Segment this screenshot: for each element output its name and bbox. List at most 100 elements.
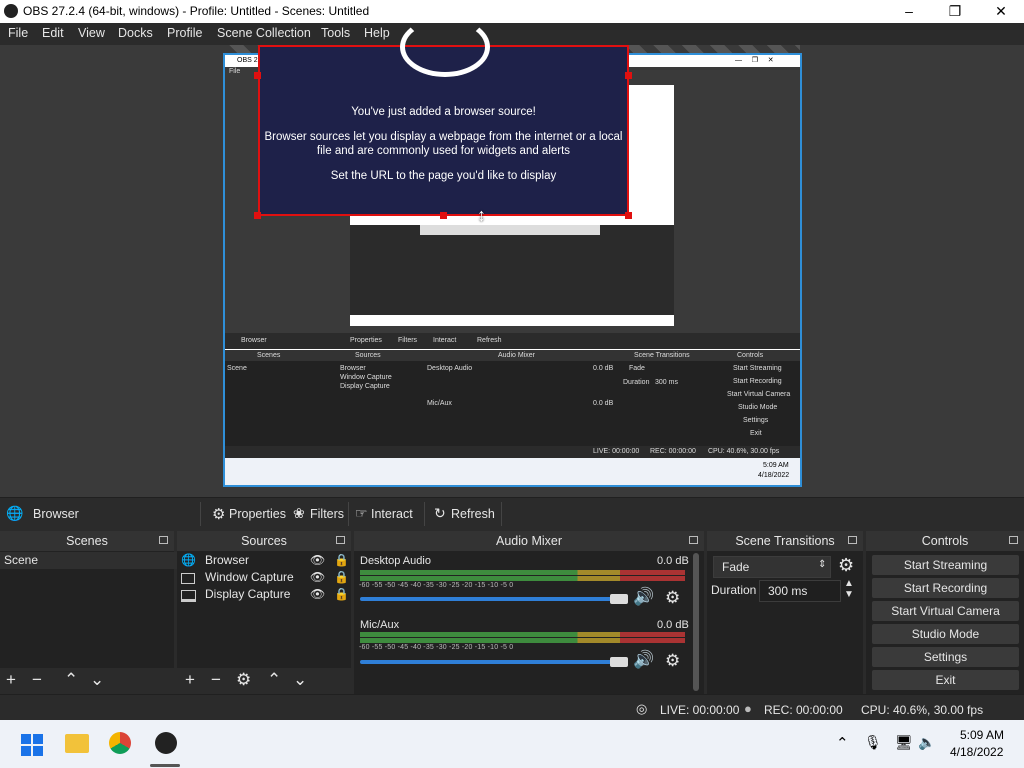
windows-start-icon[interactable]	[21, 734, 43, 756]
volume-slider-handle[interactable]	[610, 594, 628, 604]
exit-button[interactable]: Exit	[872, 670, 1019, 690]
speaker-icon[interactable]: 🔈	[918, 734, 935, 751]
resize-handle-bottom-right[interactable]	[625, 212, 632, 219]
duration-label: Duration	[711, 583, 757, 597]
resize-handle-bottom-left[interactable]	[254, 212, 261, 219]
chrome-icon[interactable]	[109, 732, 131, 754]
source-item[interactable]: Window Capture 👁 🔒	[177, 569, 351, 586]
nested-btn-4: Studio Mode	[738, 404, 778, 411]
eye-icon[interactable]: 👁	[310, 586, 325, 603]
volume-slider-handle[interactable]	[610, 657, 628, 667]
eye-icon[interactable]: 👁	[310, 569, 325, 586]
transition-select[interactable]: Fade	[713, 556, 831, 578]
resize-handle-right-top[interactable]	[625, 72, 632, 79]
nested-db-1: 0.0 dB	[593, 365, 614, 372]
lock-icon[interactable]: 🔒	[334, 586, 349, 603]
menu-file[interactable]: File	[8, 26, 28, 40]
preview-message-3: file and are commonly used for widgets a…	[316, 145, 571, 157]
resize-handle-left-top[interactable]	[254, 72, 261, 79]
channel-level: 0.0 dB	[657, 555, 689, 567]
clock-date[interactable]: 4/18/2022	[950, 745, 1003, 759]
properties-button[interactable]: Properties	[229, 507, 286, 521]
minimize-button[interactable]: –	[886, 0, 932, 23]
volume-slider-fill[interactable]	[360, 660, 622, 664]
maximize-button[interactable]: ❐	[932, 0, 978, 23]
dock-float-icon[interactable]	[336, 536, 345, 544]
browser-source-preview[interactable]: You've just added a browser source! Brow…	[258, 17, 629, 216]
menu-scene-collection[interactable]: Scene Collection	[217, 26, 311, 40]
nested-taskbar: 5:09 AM 4/18/2022	[225, 458, 800, 485]
move-up-button[interactable]: ⌃	[64, 670, 78, 690]
microphone-icon[interactable]: 🎙	[864, 734, 882, 751]
move-down-button[interactable]: ⌄	[293, 670, 307, 690]
filters-icon: ❀	[293, 505, 305, 521]
menu-help[interactable]: Help	[364, 26, 390, 40]
interact-button[interactable]: Interact	[371, 507, 413, 521]
menu-profile[interactable]: Profile	[167, 26, 202, 40]
resize-handle-bottom-center[interactable]	[440, 212, 447, 219]
nested-mic: Mic/Aux	[427, 400, 452, 407]
source-name: Window Capture	[205, 570, 294, 584]
monitor-icon	[181, 590, 196, 602]
menu-docks[interactable]: Docks	[118, 26, 153, 40]
gear-icon[interactable]: ⚙	[665, 651, 680, 671]
eye-icon[interactable]: 👁	[310, 552, 325, 569]
filters-button[interactable]: Filters	[310, 507, 344, 521]
start-streaming-button[interactable]: Start Streaming	[872, 555, 1019, 575]
speaker-icon[interactable]: 🔊	[633, 587, 654, 607]
mixer-scrollbar[interactable]	[693, 553, 699, 691]
speaker-icon[interactable]: 🔊	[633, 650, 654, 670]
obs-taskbar-icon[interactable]	[155, 732, 177, 754]
move-down-button[interactable]: ⌄	[90, 670, 104, 690]
gear-icon[interactable]: ⚙	[838, 555, 854, 576]
preview-message-1: You've just added a browser source!	[351, 106, 536, 118]
clock-time[interactable]: 5:09 AM	[960, 728, 1004, 742]
scene-item[interactable]: Scene	[0, 552, 178, 569]
refresh-button[interactable]: Refresh	[451, 507, 495, 521]
volume-meter	[360, 576, 685, 581]
volume-slider-fill[interactable]	[360, 597, 622, 601]
remove-scene-button[interactable]: −	[32, 670, 42, 690]
source-item[interactable]: Display Capture 👁 🔒	[177, 586, 351, 603]
start-virtual-camera-button[interactable]: Start Virtual Camera	[872, 601, 1019, 621]
lock-icon[interactable]: 🔒	[334, 569, 349, 586]
move-up-button[interactable]: ⌃	[267, 670, 281, 690]
source-properties-gear-icon[interactable]: ⚙	[236, 670, 251, 690]
studio-mode-button[interactable]: Studio Mode	[872, 624, 1019, 644]
resize-cursor-icon: ↕	[477, 205, 486, 225]
dock-float-icon[interactable]	[848, 536, 857, 544]
channel-name: Desktop Audio	[360, 555, 431, 567]
nested-source-3: Display Capture	[340, 383, 390, 390]
close-button[interactable]: ✕	[978, 0, 1024, 23]
nested-source-name: Browser	[241, 337, 267, 344]
meter-ticks: -60 -55 -50 -45 -40 -35 -30 -25 -20 -15 …	[359, 644, 514, 651]
start-recording-button[interactable]: Start Recording	[872, 578, 1019, 598]
dock-float-icon[interactable]	[689, 536, 698, 544]
duration-stepper[interactable]: ▲ ▼	[844, 578, 854, 600]
gear-icon[interactable]: ⚙	[665, 588, 680, 608]
chevron-up-icon[interactable]: ⌃	[836, 734, 849, 752]
source-name: Display Capture	[205, 587, 291, 601]
nested-refresh: Refresh	[477, 337, 502, 344]
nested-filters: Filters	[398, 337, 418, 344]
network-icon[interactable]: 🖥	[895, 734, 913, 751]
remove-source-button[interactable]: −	[211, 670, 221, 690]
nested-db-2: 0.0 dB	[593, 400, 614, 407]
settings-button[interactable]: Settings	[872, 647, 1019, 667]
duration-input[interactable]: 300 ms	[759, 580, 841, 602]
nested-btn-1: Start Streaming	[733, 365, 782, 372]
menu-view[interactable]: View	[78, 26, 105, 40]
nested-duration: Duration	[623, 379, 650, 386]
source-item[interactable]: 🌐 Browser 👁 🔒	[177, 552, 351, 569]
nested-scene-item: Scene	[227, 365, 247, 372]
lock-icon[interactable]: 🔒	[334, 552, 349, 569]
title-bar: OBS 27.2.4 (64-bit, windows) - Profile: …	[0, 0, 1024, 23]
dock-float-icon[interactable]	[1009, 536, 1018, 544]
file-explorer-icon[interactable]	[65, 734, 89, 753]
nested-transitions-header: Scene Transitions	[634, 352, 690, 359]
menu-tools[interactable]: Tools	[321, 26, 350, 40]
add-source-button[interactable]: +	[185, 670, 195, 690]
menu-edit[interactable]: Edit	[42, 26, 64, 40]
dock-float-icon[interactable]	[159, 536, 168, 544]
add-scene-button[interactable]: +	[6, 670, 16, 690]
